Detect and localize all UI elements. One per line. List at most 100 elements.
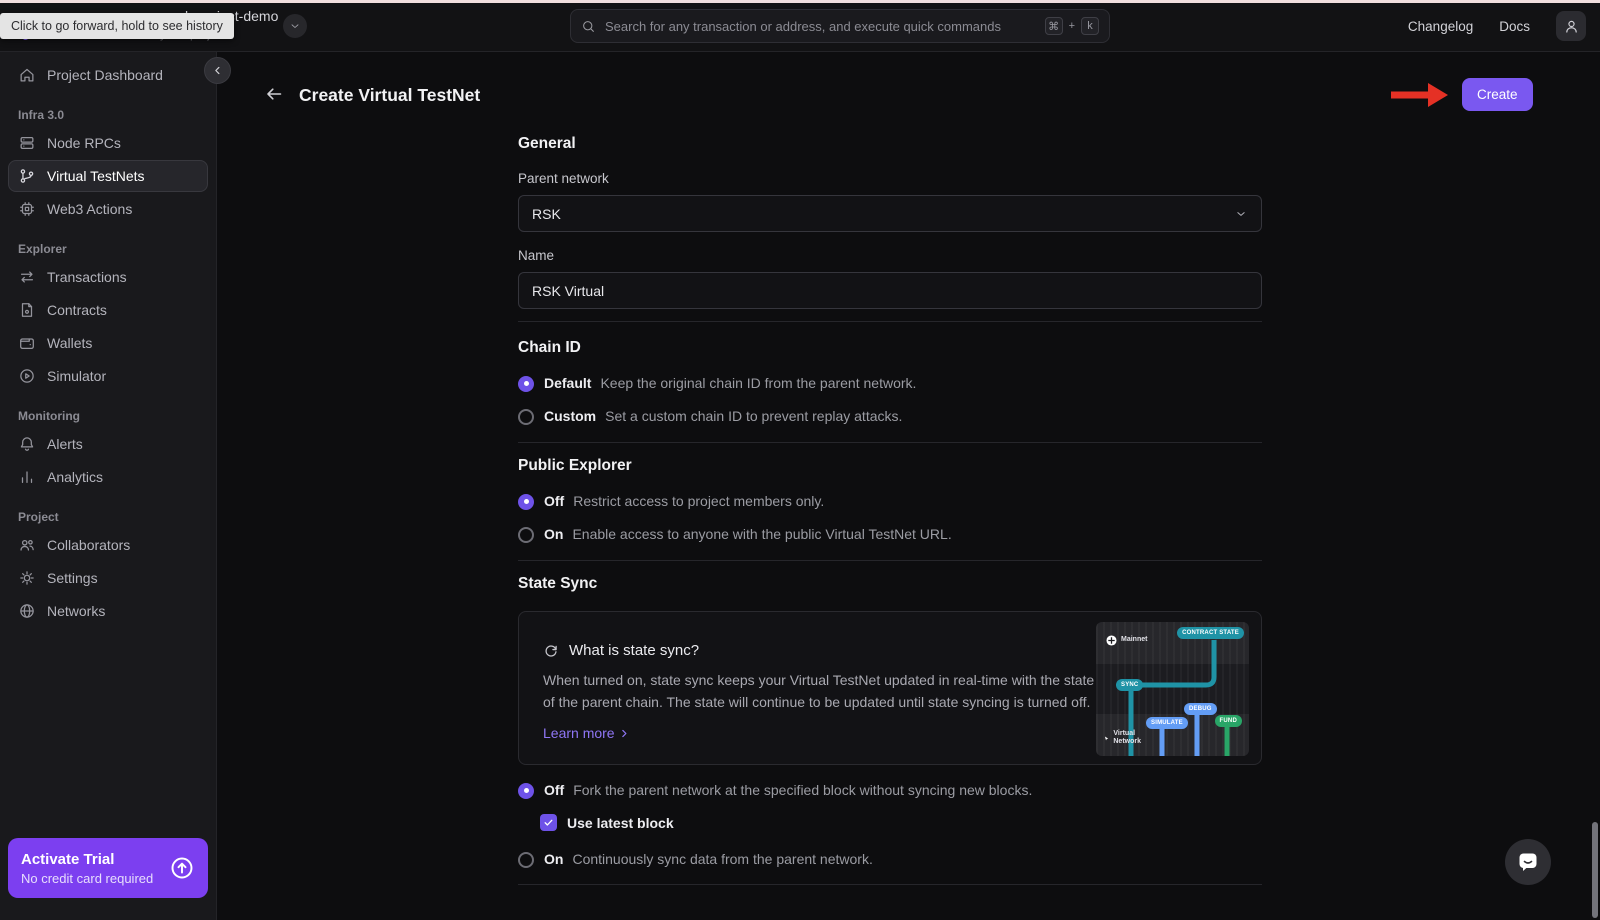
radio-label: Custom (544, 408, 596, 424)
sidebar-item-label: Networks (47, 603, 105, 619)
sidebar-item-label: Node RPCs (47, 135, 121, 151)
radio-unselected[interactable] (518, 409, 534, 425)
sidebar-item-web3-actions[interactable]: Web3 Actions (8, 193, 208, 225)
state-sync-option-off[interactable]: Off Fork the parent network at the specif… (518, 782, 1262, 799)
changelog-link[interactable]: Changelog (1408, 19, 1473, 34)
sidebar-item-simulator[interactable]: Simulator (8, 360, 208, 392)
gear-icon (18, 569, 36, 587)
back-button[interactable] (264, 84, 288, 106)
k-key-badge: k (1081, 17, 1099, 35)
sync-refresh-icon (543, 643, 559, 659)
chain-id-heading: Chain ID (518, 338, 1262, 358)
trial-subtitle: No credit card required (21, 871, 153, 886)
radio-selected[interactable] (518, 376, 534, 392)
play-circle-icon (18, 367, 36, 385)
sidebar-item-alerts[interactable]: Alerts (8, 428, 208, 460)
user-icon (1563, 18, 1580, 35)
check-icon (543, 817, 554, 828)
chevron-down-icon (289, 20, 301, 32)
radio-description: Continuously sync data from the parent n… (572, 851, 872, 867)
parent-network-label: Parent network (518, 170, 1262, 187)
state-sync-heading: State Sync (518, 574, 1262, 594)
create-testnet-form: General Parent network RSK Name Chain ID… (518, 134, 1262, 885)
arrow-left-icon (264, 84, 284, 104)
radio-selected[interactable] (518, 494, 534, 510)
sidebar-item-wallets[interactable]: Wallets (8, 327, 208, 359)
sidebar-item-networks[interactable]: Networks (8, 595, 208, 627)
docs-link[interactable]: Docs (1499, 19, 1530, 34)
parent-network-value: RSK (532, 206, 561, 222)
sidebar-section-infra: Infra 3.0 (18, 108, 198, 122)
public-explorer-heading: Public Explorer (518, 456, 1262, 476)
sidebar-item-label: Web3 Actions (47, 201, 132, 217)
chat-bubble-icon (1516, 850, 1540, 874)
shortcut-plus: + (1069, 20, 1075, 32)
chevron-down-icon (1234, 207, 1248, 221)
contract-state-badge: CONTRACT STATE (1177, 627, 1244, 639)
mainnet-icon (1106, 635, 1117, 646)
globe-icon (18, 602, 36, 620)
sidebar-item-label: Wallets (47, 335, 92, 351)
support-chat-button[interactable] (1505, 839, 1551, 885)
general-heading: General (518, 134, 1262, 154)
radio-description: Keep the original chain ID from the pare… (600, 375, 916, 391)
user-menu-button[interactable] (1556, 11, 1586, 41)
sidebar-item-label: Virtual TestNets (47, 168, 145, 184)
sidebar-item-contracts[interactable]: Contracts (8, 294, 208, 326)
global-search-input[interactable]: Search for any transaction or address, a… (570, 9, 1110, 43)
sidebar-section-explorer: Explorer (18, 242, 198, 256)
public-explorer-option-off[interactable]: OffRestrict access to project members on… (518, 493, 1262, 510)
radio-unselected[interactable] (518, 527, 534, 543)
sidebar-collapse-button[interactable] (204, 57, 231, 84)
sync-badge: SYNC (1116, 679, 1143, 691)
use-latest-block-label: Use latest block (567, 815, 674, 831)
section-divider (518, 442, 1262, 443)
sidebar-item-virtual-testnets[interactable]: Virtual TestNets (8, 160, 208, 192)
sidebar-item-label: Alerts (47, 436, 83, 452)
create-button[interactable]: Create (1462, 78, 1533, 111)
radio-label: Off (544, 782, 564, 798)
chain-id-option-custom[interactable]: CustomSet a custom chain ID to prevent r… (518, 408, 1262, 425)
transactions-icon (18, 268, 36, 286)
state-sync-info-title: What is state sync? (569, 642, 699, 659)
bar-chart-icon (18, 468, 36, 486)
page-title: Create Virtual TestNet (299, 85, 480, 106)
radio-description: Fork the parent network at the specified… (573, 782, 1032, 798)
cursor-icon (1104, 734, 1109, 743)
sidebar-item-transactions[interactable]: Transactions (8, 261, 208, 293)
vertical-scrollbar-thumb[interactable] (1592, 822, 1598, 918)
project-chevron-button[interactable] (283, 14, 307, 38)
fund-badge: FUND (1215, 715, 1242, 727)
wallet-icon (18, 334, 36, 352)
sidebar-item-collaborators[interactable]: Collaborators (8, 529, 208, 561)
sidebar-item-node-rpcs[interactable]: Node RPCs (8, 127, 208, 159)
name-input[interactable] (518, 272, 1262, 309)
sidebar-item-label: Collaborators (47, 537, 130, 553)
public-explorer-option-on[interactable]: OnEnable access to anyone with the publi… (518, 526, 1262, 543)
sidebar-item-settings[interactable]: Settings (8, 562, 208, 594)
history-tooltip: Click to go forward, hold to see history (0, 13, 234, 39)
sidebar-item-label: Simulator (47, 368, 106, 384)
state-sync-option-on[interactable]: OnContinuously sync data from the parent… (518, 851, 1262, 868)
activate-trial-banner[interactable]: Activate Trial No credit card required (8, 838, 208, 898)
sidebar-section-monitoring: Monitoring (18, 409, 198, 423)
virtual-network-label: Virtual Network (1113, 730, 1144, 747)
chain-id-option-default[interactable]: DefaultKeep the original chain ID from t… (518, 375, 1262, 392)
sidebar-item-label: Contracts (47, 302, 107, 318)
annotation-red-arrow (1388, 81, 1450, 109)
checkbox-checked[interactable] (540, 814, 557, 831)
use-latest-block-checkbox-row[interactable]: Use latest block (540, 814, 1262, 831)
radio-unselected[interactable] (518, 852, 534, 868)
name-label: Name (518, 247, 1262, 264)
radio-selected[interactable] (518, 783, 534, 799)
sidebar-section-project: Project (18, 510, 198, 524)
search-icon (581, 19, 596, 34)
radio-label: Off (544, 493, 564, 509)
parent-network-select[interactable]: RSK (518, 195, 1262, 232)
sidebar-item-label: Transactions (47, 269, 127, 285)
people-icon (18, 536, 36, 554)
sidebar-item-project-dashboard[interactable]: Project Dashboard (8, 59, 208, 91)
sidebar-item-analytics[interactable]: Analytics (8, 461, 208, 493)
cmd-key-badge: ⌘ (1045, 17, 1063, 35)
radio-description: Enable access to anyone with the public … (572, 526, 951, 542)
